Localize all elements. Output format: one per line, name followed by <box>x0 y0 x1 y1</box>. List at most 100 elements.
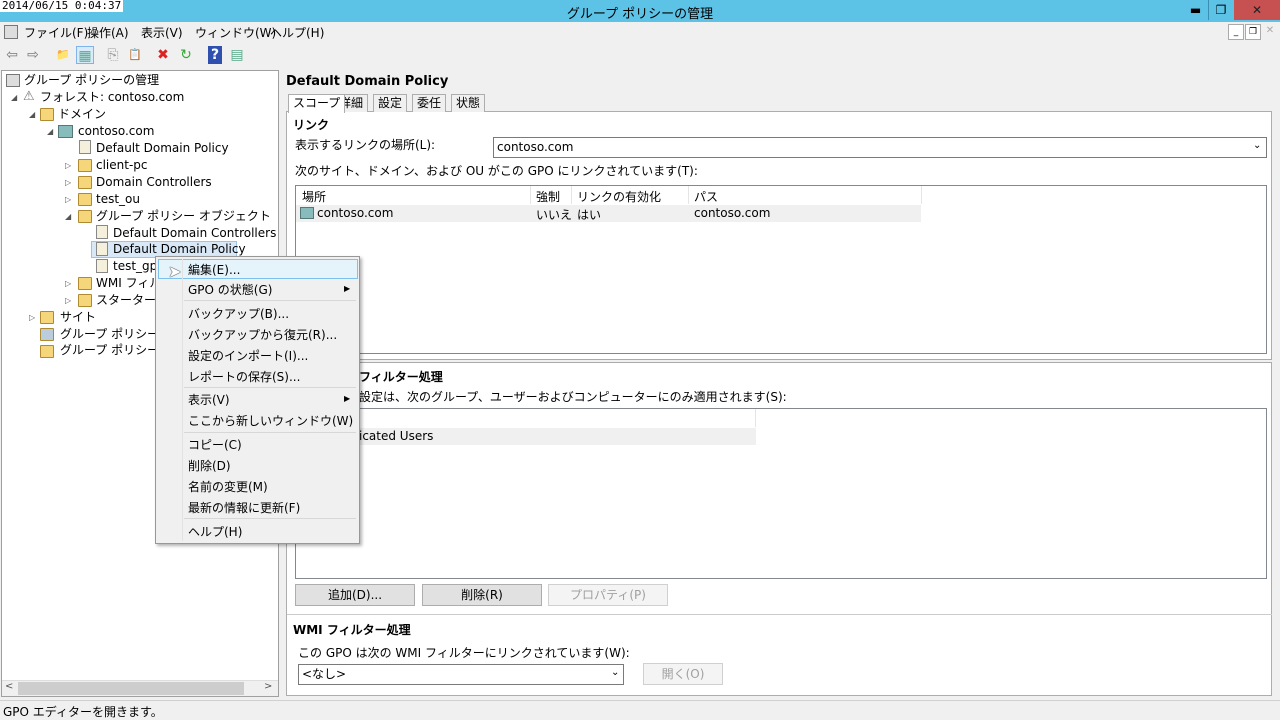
expanded-arrow-icon[interactable]: ◢ <box>65 208 71 225</box>
tree-sites[interactable]: サイト <box>60 309 96 326</box>
cell-name: icated Users <box>359 429 434 443</box>
expanded-arrow-icon[interactable]: ◢ <box>47 123 53 140</box>
tree-ddp-link[interactable]: Default Domain Policy <box>96 140 229 157</box>
back-icon[interactable]: ⇦ <box>3 46 21 64</box>
menu-item-gpo-status[interactable]: GPO の状態(G) <box>188 281 272 298</box>
column-header[interactable]: 場所 <box>302 188 326 205</box>
menu-item-new-window[interactable]: ここから新しいウィンドウ(W) <box>188 412 353 429</box>
scroll-right-icon[interactable]: > <box>264 681 272 692</box>
forward-icon[interactable]: ⇨ <box>24 46 42 64</box>
gpo-icon <box>96 225 108 239</box>
column-header[interactable]: パス <box>694 188 718 205</box>
wmi-filter-combo[interactable]: <なし> <box>298 664 624 685</box>
expanded-arrow-icon[interactable]: ◢ <box>11 89 17 106</box>
menu-item-view[interactable]: 表示(V) <box>188 391 230 408</box>
wmi-label: この GPO は次の WMI フィルターにリンクされています(W): <box>298 646 630 660</box>
forest-icon: ⚠ <box>23 89 35 104</box>
expanded-arrow-icon[interactable]: ◢ <box>29 106 35 123</box>
tree-gpo-folder[interactable]: グループ ポリシー オブジェクト <box>96 208 271 225</box>
paste-icon[interactable]: 📋 <box>126 46 144 64</box>
menu-item-save-report[interactable]: レポートの保存(S)... <box>188 368 300 385</box>
close-button[interactable]: ✕ <box>1234 0 1280 20</box>
delete-icon[interactable]: ✖ <box>154 46 172 64</box>
chevron-down-icon[interactable]: ⌄ <box>611 667 619 678</box>
tree-ou[interactable]: Domain Controllers <box>96 174 212 191</box>
copy-icon[interactable]: ⎘ <box>104 46 122 64</box>
tree-root[interactable]: グループ ポリシーの管理 <box>24 72 159 89</box>
menu-item-rename[interactable]: 名前の変更(M) <box>188 478 268 495</box>
sites-icon <box>40 311 54 324</box>
gpo-link-icon <box>79 140 91 154</box>
tree-domains[interactable]: ドメイン <box>58 106 106 123</box>
links-list-label: 次のサイト、ドメイン、および OU がこの GPO にリンクされています(T): <box>295 164 698 178</box>
modeling-icon <box>40 328 54 341</box>
ou-icon <box>78 176 92 189</box>
mdi-restore-button[interactable]: ❐ <box>1245 24 1261 40</box>
menu-window[interactable]: ウィンドウ(W) <box>195 24 276 41</box>
menu-item-delete[interactable]: 削除(D) <box>188 457 231 474</box>
tab-status[interactable]: 状態 <box>451 94 486 112</box>
help-icon[interactable]: ? <box>208 46 222 64</box>
collapsed-arrow-icon[interactable]: ▷ <box>65 292 71 309</box>
ou-icon <box>78 159 92 172</box>
submenu-arrow-icon: ▶ <box>344 394 351 403</box>
tree-forest[interactable]: フォレスト: contoso.com <box>40 89 184 106</box>
mouse-cursor-icon: ➤ <box>168 262 182 281</box>
ou-icon <box>78 193 92 206</box>
menu-item-restore[interactable]: バックアップから復元(R)... <box>188 326 337 343</box>
gpo-folder-icon <box>78 210 92 223</box>
menu-item-copy[interactable]: コピー(C) <box>188 436 242 453</box>
menu-file[interactable]: ファイル(F) <box>24 24 88 41</box>
add-button[interactable]: 追加(D)... <box>295 584 415 606</box>
menu-item-import[interactable]: 設定のインポート(I)... <box>188 347 308 364</box>
tree-gpo[interactable]: Default Domain Controllers Pc <box>113 225 277 242</box>
menu-item-refresh[interactable]: 最新の情報に更新(F) <box>188 499 300 516</box>
wmi-filter-value: <なし> <box>302 667 347 681</box>
gpo-icon <box>96 259 108 273</box>
refresh-icon[interactable]: ↻ <box>177 46 195 64</box>
wmi-heading: WMI フィルター処理 <box>293 623 411 637</box>
mdi-minimize-button[interactable]: _ <box>1228 24 1244 40</box>
tree-ou[interactable]: test_ou <box>96 191 140 208</box>
collapsed-arrow-icon[interactable]: ▷ <box>29 309 35 326</box>
splitter[interactable] <box>287 359 1272 363</box>
collapsed-arrow-icon[interactable]: ▷ <box>65 191 71 208</box>
status-text: GPO エディターを開きます。 <box>3 705 163 719</box>
column-header[interactable]: 強制 <box>536 188 560 205</box>
menu-help[interactable]: ヘルプ(H) <box>270 24 324 41</box>
menu-item-help[interactable]: ヘルプ(H) <box>188 523 242 540</box>
up-folder-icon[interactable]: 📁 <box>54 46 72 64</box>
chevron-down-icon[interactable]: ⌄ <box>1253 140 1261 151</box>
security-desc: 設定は、次のグループ、ユーザーおよびコンピューターにのみ適用されます(S): <box>359 390 787 404</box>
open-button[interactable]: 開く(O) <box>643 663 723 685</box>
domains-folder-icon <box>40 108 54 121</box>
column-header[interactable]: リンクの有効化 <box>577 188 661 205</box>
menu-view[interactable]: 表示(V) <box>141 24 183 41</box>
location-combo[interactable]: contoso.com <box>493 137 1267 158</box>
tab-delegation[interactable]: 委任 <box>412 94 447 112</box>
minimize-button[interactable]: ▬ <box>1183 0 1208 20</box>
tree-ou[interactable]: client-pc <box>96 157 148 174</box>
remove-button[interactable]: 削除(R) <box>422 584 542 606</box>
mdi-close-button[interactable]: ✕ <box>1262 24 1278 40</box>
menu-bar <box>0 22 1280 42</box>
details-title: Default Domain Policy <box>286 74 449 89</box>
view-icon[interactable]: ▤ <box>228 46 246 64</box>
tab-scope[interactable]: スコープ <box>288 94 346 113</box>
status-bar <box>0 700 1280 720</box>
scroll-left-icon[interactable]: < <box>5 681 13 692</box>
collapsed-arrow-icon[interactable]: ▷ <box>65 275 71 292</box>
scrollbar-thumb[interactable] <box>18 682 244 695</box>
tab-settings[interactable]: 設定 <box>373 94 408 112</box>
tree-gpo[interactable]: test_gp <box>113 258 157 275</box>
submenu-arrow-icon: ▶ <box>344 284 351 293</box>
restore-button[interactable]: ❐ <box>1208 0 1233 20</box>
collapsed-arrow-icon[interactable]: ▷ <box>65 157 71 174</box>
tree-domain[interactable]: contoso.com <box>78 123 154 140</box>
menu-action[interactable]: 操作(A) <box>87 24 129 41</box>
menu-item-backup[interactable]: バックアップ(B)... <box>188 305 289 322</box>
properties-button[interactable]: プロパティ(P) <box>548 584 668 606</box>
menu-item-edit[interactable]: 編集(E)... <box>188 261 240 278</box>
collapsed-arrow-icon[interactable]: ▷ <box>65 174 71 191</box>
show-hide-tree-icon[interactable]: ▦ <box>76 46 94 64</box>
